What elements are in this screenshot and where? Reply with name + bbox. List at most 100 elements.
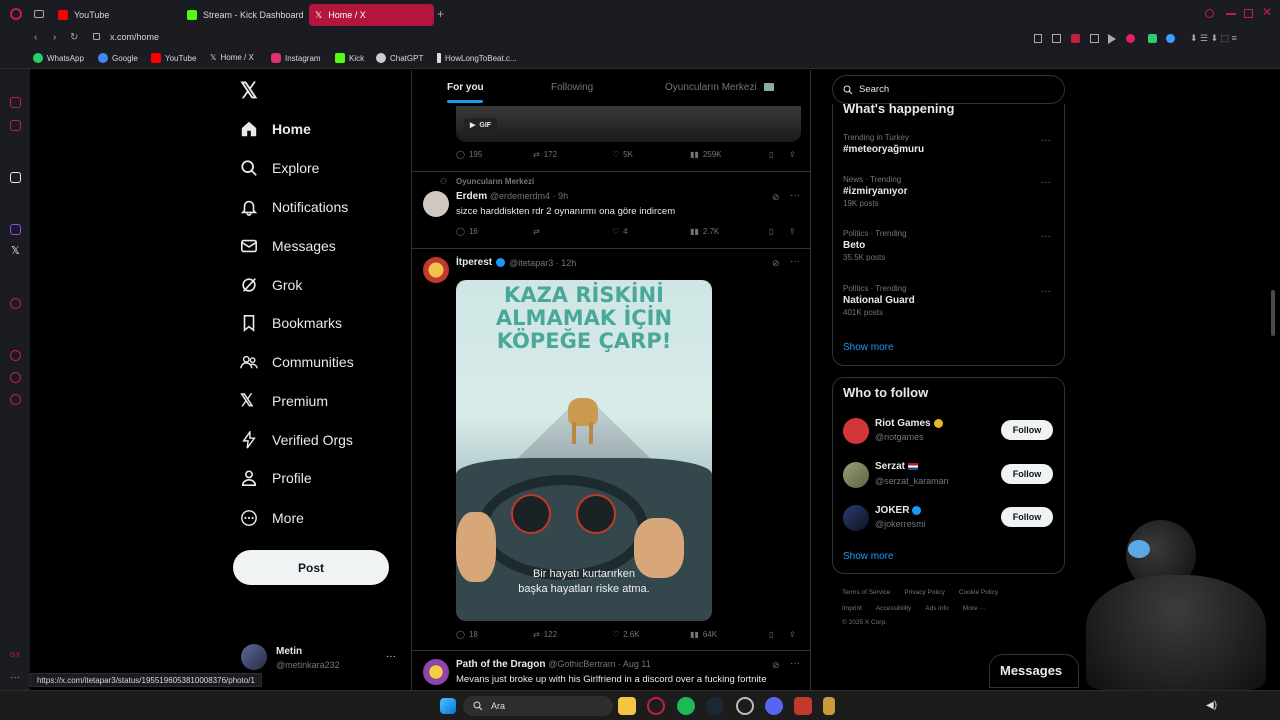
volume-icon[interactable]: ◀): [1206, 700, 1217, 711]
bookmark-post-icon[interactable]: ▯: [769, 227, 773, 236]
new-tab-button[interactable]: +: [437, 7, 444, 21]
url-field[interactable]: x.com/home: [110, 32, 159, 42]
shield-extension-icon[interactable]: [1148, 34, 1157, 43]
bookmark-page-icon[interactable]: [1034, 34, 1042, 43]
trend-item[interactable]: Politics · Trending Beto 35.5K posts: [843, 229, 907, 262]
avatar[interactable]: [843, 418, 869, 444]
timeline[interactable]: ▶ GIF ◯ 195 ⇄ 172 ♡ 5K ▮▮ 259K ▯ ⇪ ⚇ Oyuncula…: [411, 70, 811, 690]
nav-messages[interactable]: Messages: [240, 232, 336, 260]
snapshot-icon[interactable]: [1052, 34, 1061, 43]
footer-link[interactable]: Privacy Policy: [904, 589, 944, 596]
share-icon[interactable]: ⇪: [789, 227, 796, 236]
author-name[interactable]: Erdem: [456, 191, 487, 202]
post-more-icon[interactable]: ···: [790, 190, 800, 201]
player-icon[interactable]: [10, 298, 21, 309]
repost-button[interactable]: ⇄: [533, 227, 540, 236]
trend-more-icon[interactable]: ···: [1041, 135, 1051, 146]
follow-button[interactable]: Follow: [1001, 507, 1053, 527]
extensions-sidebar-icon[interactable]: [10, 372, 21, 383]
nav-premium[interactable]: 𝕏 Premium: [240, 387, 328, 415]
post-more-icon[interactable]: ···: [790, 256, 800, 267]
follow-show-more-link[interactable]: Show more: [843, 551, 894, 562]
page-scrollbar[interactable]: [1271, 290, 1275, 336]
reply-button[interactable]: ◯ 16: [456, 227, 478, 236]
bookmark-x[interactable]: 𝕏 Home / X: [210, 53, 254, 62]
settings-icon[interactable]: [10, 394, 21, 405]
opera-menu-icon[interactable]: [10, 8, 22, 20]
forward-icon[interactable]: ›: [53, 32, 56, 43]
share-icon[interactable]: ⇪: [789, 150, 796, 159]
reply-button[interactable]: ◯ 195: [456, 150, 482, 159]
tab-islands-icon[interactable]: [34, 10, 44, 18]
steam-icon[interactable]: [706, 697, 724, 715]
tab-for-you[interactable]: For you: [447, 82, 484, 93]
bookmark-google[interactable]: Google: [98, 53, 138, 63]
follow-suggestion-name[interactable]: JOKER: [875, 505, 922, 516]
minimize-icon[interactable]: [1226, 13, 1236, 15]
heart-icon[interactable]: [1126, 34, 1135, 43]
account-more-icon[interactable]: ···: [386, 651, 396, 662]
trend-item[interactable]: News · Trending #izmiryanıyor 19K posts: [843, 175, 907, 208]
nav-profile[interactable]: Profile: [240, 464, 312, 492]
windows-start-icon[interactable]: [440, 698, 456, 714]
toolbar-more-icons[interactable]: ⬇ ☰ ⬇ ⬚ ≡: [1190, 33, 1237, 44]
valorant-icon[interactable]: [794, 697, 812, 715]
views-button[interactable]: ▮▮ 64K: [690, 630, 717, 639]
views-button[interactable]: ▮▮ 2.7K: [690, 227, 719, 236]
discord-icon[interactable]: [765, 697, 783, 715]
nav-grok[interactable]: Grok: [240, 271, 302, 299]
taskbar-search[interactable]: Ara: [463, 696, 613, 716]
like-button[interactable]: ♡ 4: [612, 227, 628, 236]
author-handle[interactable]: @erdemerdm4 · 9h: [490, 191, 568, 201]
nav-more[interactable]: More: [240, 504, 304, 532]
repost-button[interactable]: ⇄ 122: [533, 630, 557, 639]
twitch-icon[interactable]: [10, 224, 21, 235]
account-name[interactable]: Metin: [276, 646, 302, 657]
footer-link[interactable]: Terms of Service: [842, 589, 890, 596]
messenger-icon[interactable]: [10, 120, 21, 131]
share-icon[interactable]: ⇪: [789, 630, 796, 639]
grok-post-icon[interactable]: ⊘: [772, 192, 780, 203]
file-explorer-icon[interactable]: [618, 697, 636, 715]
footer-link[interactable]: Cookie Policy: [959, 589, 998, 596]
grok-post-icon[interactable]: ⊘: [772, 660, 780, 671]
search-tabs-icon[interactable]: [1205, 9, 1214, 18]
like-button[interactable]: ♡ 2.6K: [612, 630, 640, 639]
trends-show-more-link[interactable]: Show more: [843, 342, 894, 353]
trend-more-icon[interactable]: ···: [1041, 177, 1051, 188]
like-button[interactable]: ♡ 5K: [612, 150, 633, 159]
follow-button[interactable]: Follow: [1001, 464, 1053, 484]
bookmark-whatsapp[interactable]: WhatsApp: [33, 53, 84, 63]
bookmark-howlongtobeat[interactable]: HowLongToBeat.c...: [437, 53, 517, 63]
x-logo-icon[interactable]: 𝕏: [240, 78, 258, 104]
gif-media[interactable]: [456, 106, 801, 142]
repost-button[interactable]: ⇄ 172: [533, 150, 557, 159]
obs-icon[interactable]: [736, 697, 754, 715]
translate-icon[interactable]: [1090, 34, 1099, 43]
community-context[interactable]: Oyuncuların Merkezi: [456, 177, 534, 186]
tab-community[interactable]: Oyuncuların Merkezi: [665, 82, 757, 93]
nav-communities[interactable]: Communities: [240, 348, 354, 376]
account-avatar[interactable]: [241, 644, 267, 670]
author-name[interactable]: Path of the Dragon: [456, 659, 545, 670]
author-handle[interactable]: @GothicBertram · Aug 11: [548, 659, 651, 669]
more-sidebar-icon[interactable]: ···: [10, 672, 20, 683]
trend-more-icon[interactable]: ···: [1041, 286, 1051, 297]
tab-kick[interactable]: Stream - Kick Dashboard: [181, 4, 306, 26]
tab-x-home[interactable]: 𝕏 Home / X: [309, 4, 434, 26]
x-sidebar-icon[interactable]: 𝕏: [11, 244, 20, 257]
maximize-icon[interactable]: [1244, 9, 1253, 18]
follow-button[interactable]: Follow: [1001, 420, 1053, 440]
author-name[interactable]: İtperest: [456, 257, 492, 268]
history-icon[interactable]: [10, 350, 21, 361]
nav-bookmarks[interactable]: Bookmarks: [240, 309, 342, 337]
nav-notifications[interactable]: Notifications: [240, 193, 348, 221]
avatar[interactable]: [423, 191, 449, 217]
play-icon[interactable]: [1108, 34, 1116, 44]
spotify-icon[interactable]: [677, 697, 695, 715]
bookmark-chatgpt[interactable]: ChatGPT: [376, 53, 423, 63]
grok-post-icon[interactable]: ⊘: [772, 258, 780, 269]
bookmark-youtube[interactable]: YouTube: [151, 53, 196, 63]
nav-verified-orgs[interactable]: Verified Orgs: [240, 426, 353, 454]
views-button[interactable]: ▮▮ 259K: [690, 150, 722, 159]
